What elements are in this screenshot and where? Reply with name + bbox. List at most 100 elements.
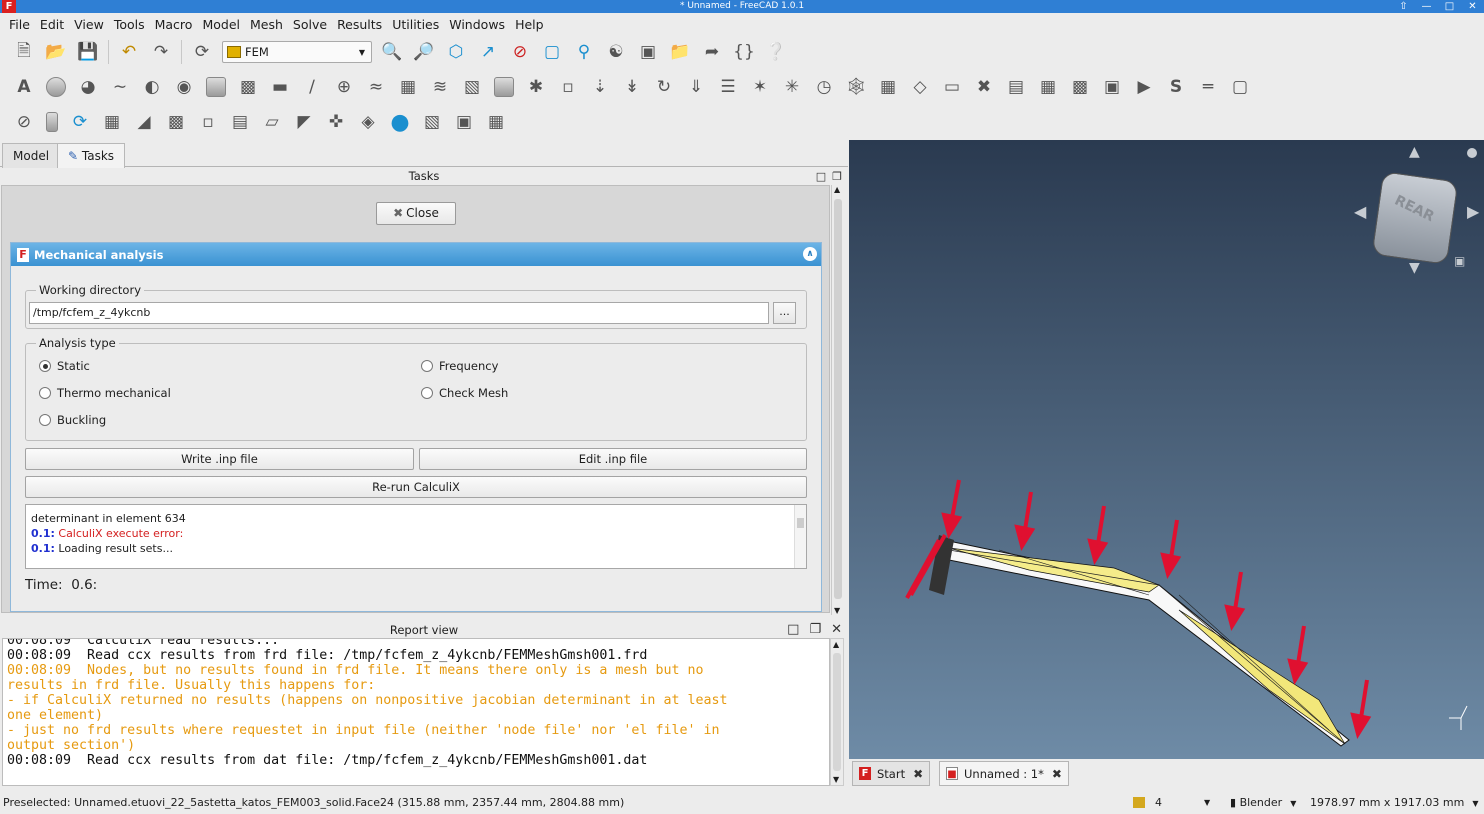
solver-settings-icon[interactable]: S: [1164, 75, 1188, 99]
material-fluid-icon[interactable]: ◕: [76, 75, 100, 99]
link-icon[interactable]: ➦: [700, 40, 724, 64]
scroll-thumb[interactable]: [833, 653, 841, 771]
menu-file[interactable]: File: [4, 17, 35, 32]
minimize-button[interactable]: —: [1415, 0, 1438, 13]
report-scrollbar[interactable]: ▲ ▼: [830, 638, 844, 786]
mesh-group-icon[interactable]: ▦: [876, 75, 900, 99]
save-icon[interactable]: 💾: [76, 40, 100, 64]
result-purge-icon[interactable]: ═: [1196, 75, 1220, 99]
constraint-contact-icon[interactable]: ≈: [364, 75, 388, 99]
browse-button[interactable]: ...: [773, 302, 796, 324]
solver-elmer-icon[interactable]: ▦: [1036, 75, 1060, 99]
radio-frequency[interactable]: Frequency: [421, 359, 498, 373]
menu-solve[interactable]: Solve: [288, 17, 332, 32]
element-geometry-icon[interactable]: [206, 77, 226, 97]
restore-button[interactable]: □: [1438, 0, 1461, 13]
menu-help[interactable]: Help: [510, 17, 549, 32]
constraint-displacement-icon[interactable]: ⊕: [332, 75, 356, 99]
beam-section-icon[interactable]: ▩: [236, 75, 260, 99]
close-button[interactable]: ✖ Close: [376, 202, 456, 225]
navcube-cube-icon[interactable]: ▣: [1454, 254, 1465, 268]
measure-icon[interactable]: ↗: [476, 40, 500, 64]
workbench-selector[interactable]: FEM ▼: [222, 41, 372, 63]
close-tab-icon[interactable]: ✖: [1052, 767, 1062, 781]
constraint-spring-icon[interactable]: ≋: [428, 75, 452, 99]
post-refresh-icon[interactable]: ⟳: [68, 110, 92, 134]
navcube-menu-icon[interactable]: [1467, 148, 1477, 158]
material-reinforced-icon[interactable]: ◉: [172, 75, 196, 99]
fit-selection-icon[interactable]: 🔎: [412, 40, 436, 64]
constraint-tie-icon[interactable]: ▦: [396, 75, 420, 99]
group-icon[interactable]: 📁: [668, 40, 692, 64]
navcube-rotate-right-icon[interactable]: ▶: [1467, 202, 1479, 221]
tab-start[interactable]: F Start ✖: [852, 761, 931, 786]
filter-warp-icon[interactable]: ◢: [132, 110, 156, 134]
tab-unnamed[interactable]: ■ Unnamed : 1* ✖: [939, 761, 1069, 786]
mesh-region-icon[interactable]: 🕸: [844, 75, 868, 99]
edit-inp-button[interactable]: Edit .inp file: [419, 448, 807, 470]
navcube-up-icon[interactable]: ▲: [1409, 144, 1420, 160]
tab-model[interactable]: Model: [2, 143, 61, 168]
close-tab-icon[interactable]: ✖: [913, 767, 923, 781]
scroll-up-icon[interactable]: ▲: [833, 640, 839, 649]
filter-clip-icon[interactable]: ▤: [228, 110, 252, 134]
mesh-gmsh-icon[interactable]: ✳: [780, 75, 804, 99]
refresh-icon[interactable]: ⟳: [190, 40, 214, 64]
3d-viewport[interactable]: REAR ◀ ▶ ▲ ▼ ▣: [849, 140, 1484, 759]
filter-scalar-icon[interactable]: ▩: [164, 110, 188, 134]
mesh-display-icon[interactable]: ▭: [940, 75, 964, 99]
close-window-button[interactable]: ✕: [1461, 0, 1484, 13]
post-pipeline-icon[interactable]: [46, 112, 58, 132]
navcube-rotate-left-icon[interactable]: ◀: [1354, 202, 1366, 221]
scroll-down-icon[interactable]: ▼: [834, 606, 840, 615]
result-show-icon[interactable]: ▢: [1228, 75, 1252, 99]
filter-cut-icon[interactable]: ▫: [196, 110, 220, 134]
write-inp-button[interactable]: Write .inp file: [25, 448, 414, 470]
float-panel-icon[interactable]: □: [787, 621, 799, 639]
redo-icon[interactable]: ↷: [149, 40, 173, 64]
navigation-cube[interactable]: REAR: [1371, 171, 1459, 265]
isometric-view-icon[interactable]: ⬡: [444, 40, 468, 64]
menu-macro[interactable]: Macro: [150, 17, 198, 32]
mesh-boundary-icon[interactable]: ◷: [812, 75, 836, 99]
tab-tasks[interactable]: ✎ Tasks: [57, 143, 126, 168]
material-solid-icon[interactable]: [46, 77, 66, 97]
menu-edit[interactable]: Edit: [35, 17, 69, 32]
menu-windows[interactable]: Windows: [444, 17, 510, 32]
scroll-thumb[interactable]: [834, 199, 842, 599]
filter-contour-icon[interactable]: ✜: [324, 110, 348, 134]
rerun-calculix-button[interactable]: Re-run CalculiX: [25, 476, 807, 498]
menu-mesh[interactable]: Mesh: [245, 17, 288, 32]
tasks-scrollbar[interactable]: ▲ ▼: [831, 185, 844, 615]
close-panel-icon[interactable]: ✕: [831, 621, 842, 639]
filter-function-icon[interactable]: ▦: [484, 110, 508, 134]
mesh-clear-icon[interactable]: ✖: [972, 75, 996, 99]
mesh-netgen-icon[interactable]: ✶: [748, 75, 772, 99]
whats-this-icon[interactable]: ❔: [764, 40, 788, 64]
menu-view[interactable]: View: [69, 17, 109, 32]
working-directory-input[interactable]: /tmp/fcfem_z_4ykcnb: [29, 302, 769, 324]
menu-utilities[interactable]: Utilities: [387, 17, 444, 32]
navcube-down-icon[interactable]: ▼: [1409, 260, 1420, 276]
dimension-readout[interactable]: 1978.97 mm x 1917.03 mm ▼: [1310, 792, 1479, 814]
solver-z88-icon[interactable]: ▣: [1100, 75, 1124, 99]
maximize-up-button[interactable]: ⇧: [1392, 0, 1415, 13]
constraint-fixed-icon[interactable]: ▫: [556, 75, 580, 99]
constraint-selfweight-icon[interactable]: ⇓: [684, 75, 708, 99]
solver-mystran-icon[interactable]: ▩: [1068, 75, 1092, 99]
collapse-icon[interactable]: ∧: [803, 247, 817, 261]
color-sphere-icon[interactable]: ●: [388, 110, 412, 135]
constraint-sectionprint-icon[interactable]: ▧: [460, 75, 484, 99]
shell-thickness-icon[interactable]: ▬: [268, 75, 292, 99]
filter-at-point-icon[interactable]: ▣: [452, 110, 476, 134]
log-scrollbar[interactable]: [794, 505, 806, 568]
radio-check-mesh[interactable]: Check Mesh: [421, 386, 508, 400]
float-panel-icon[interactable]: □: [816, 168, 826, 185]
solver-ccx-icon[interactable]: ▤: [1004, 75, 1028, 99]
constraint-centrif-icon[interactable]: ↻: [652, 75, 676, 99]
solver-run-icon[interactable]: ▶: [1132, 75, 1156, 99]
part-icon[interactable]: ▣: [636, 40, 660, 64]
filter-glyph-icon[interactable]: ◈: [356, 110, 380, 134]
analysis-container-icon[interactable]: A: [12, 75, 36, 99]
clipping-plane-icon[interactable]: ☯: [604, 40, 628, 64]
